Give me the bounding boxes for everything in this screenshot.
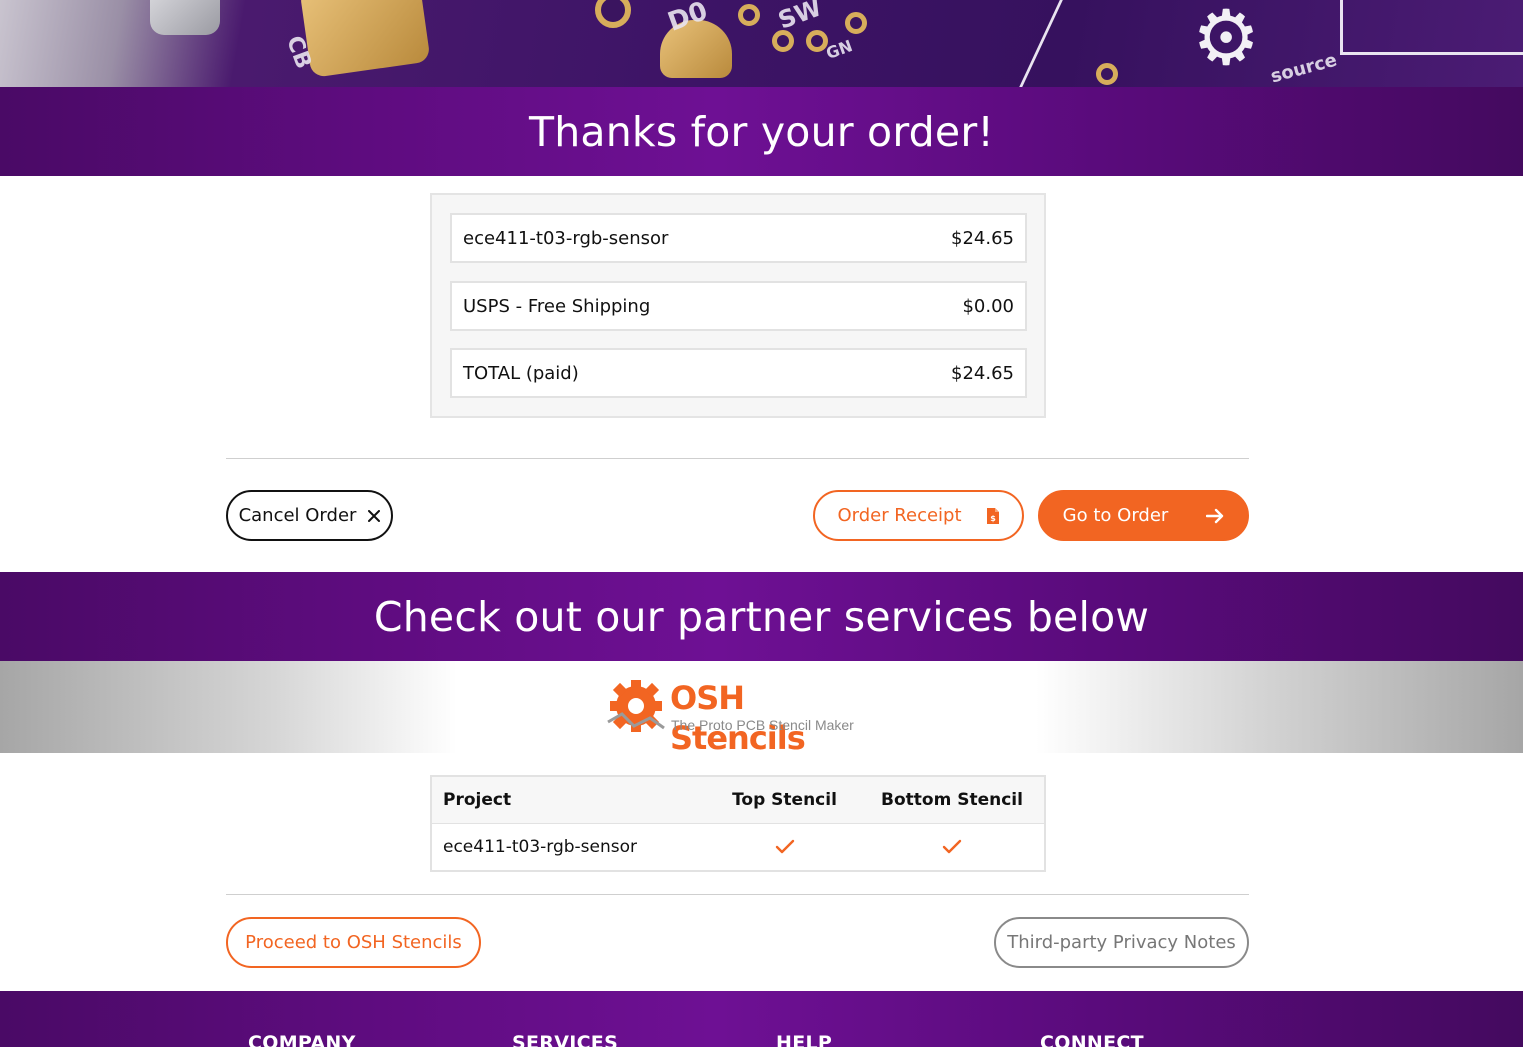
partner-banner: Check out our partner services below xyxy=(0,572,1523,661)
gear-icon: ⚙ xyxy=(1192,0,1261,82)
order-summary: ece411-t03-rgb-sensor $24.65 USPS - Free… xyxy=(430,193,1046,418)
partner-heading: Check out our partner services below xyxy=(373,592,1150,641)
header-bottom-stencil: Bottom Stencil xyxy=(881,790,1023,810)
summary-amount: $0.00 xyxy=(962,295,1014,317)
thanks-banner: Thanks for your order! xyxy=(0,87,1523,176)
privacy-label: Third-party Privacy Notes xyxy=(1007,932,1236,953)
proceed-to-osh-stencils-button[interactable]: Proceed to OSH Stencils xyxy=(226,917,481,968)
footer-heading-services: SERVICES xyxy=(512,1032,619,1047)
header-project: Project xyxy=(443,790,512,810)
table-header: Project Top Stencil Bottom Stencil xyxy=(432,777,1044,824)
divider xyxy=(226,458,1249,459)
osh-stencils-logo: OSH Stencils The Proto PCB Stencil Maker xyxy=(604,678,874,757)
checkmark-icon xyxy=(872,824,1032,870)
page-title: Thanks for your order! xyxy=(528,107,995,156)
divider xyxy=(226,894,1249,895)
proceed-label: Proceed to OSH Stencils xyxy=(245,932,462,953)
order-receipt-label: Order Receipt xyxy=(837,505,962,526)
footer-heading-help: HELP xyxy=(776,1032,833,1047)
summary-label: TOTAL (paid) xyxy=(463,362,579,384)
go-to-order-button[interactable]: Go to Order xyxy=(1038,490,1249,541)
silk-label: source xyxy=(1268,49,1340,87)
close-icon xyxy=(368,509,381,522)
row-project-name: ece411-t03-rgb-sensor xyxy=(443,837,638,857)
summary-row-total: TOTAL (paid) $24.65 xyxy=(450,348,1027,398)
table-row: ece411-t03-rgb-sensor xyxy=(432,824,1044,870)
summary-label: USPS - Free Shipping xyxy=(463,295,651,317)
go-to-order-label: Go to Order xyxy=(1062,505,1169,526)
checkmark-icon xyxy=(722,824,847,870)
silk-label: GN xyxy=(823,36,855,63)
footer-heading-connect: CONNECT xyxy=(1040,1032,1144,1047)
arrow-right-icon xyxy=(1206,508,1224,524)
footer-heading-company: COMPANY xyxy=(248,1032,356,1047)
order-receipt-button[interactable]: Order Receipt $ xyxy=(813,490,1024,541)
invoice-dollar-icon: $ xyxy=(986,507,1000,525)
cancel-order-button[interactable]: Cancel Order xyxy=(226,490,393,541)
summary-row-shipping: USPS - Free Shipping $0.00 xyxy=(450,281,1027,331)
hero-pcb-image: D0 SW GN CB ⚙ source xyxy=(0,0,1523,87)
header-top-stencil: Top Stencil xyxy=(732,790,837,810)
svg-text:$: $ xyxy=(990,514,996,523)
third-party-privacy-notes-button[interactable]: Third-party Privacy Notes xyxy=(994,917,1249,968)
summary-amount: $24.65 xyxy=(951,362,1014,384)
stencil-table: Project Top Stencil Bottom Stencil ece41… xyxy=(430,775,1046,872)
summary-amount: $24.65 xyxy=(951,227,1014,249)
summary-label: ece411-t03-rgb-sensor xyxy=(463,227,669,249)
summary-row-project: ece411-t03-rgb-sensor $24.65 xyxy=(450,213,1027,263)
cancel-order-label: Cancel Order xyxy=(238,505,357,526)
gear-icon xyxy=(607,680,665,732)
osh-logo-tagline: The Proto PCB Stencil Maker xyxy=(671,717,854,733)
footer: COMPANY SERVICES HELP CONNECT xyxy=(0,991,1523,1047)
